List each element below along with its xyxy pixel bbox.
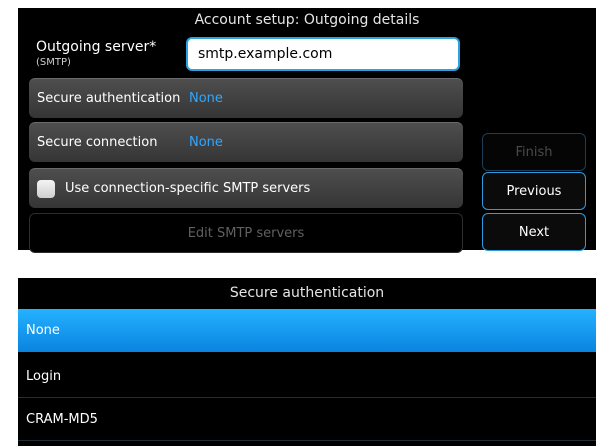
- secure-authentication-label: Secure authentication: [37, 91, 181, 106]
- finish-button[interactable]: Finish: [482, 133, 586, 171]
- secure-connection-value: None: [189, 135, 223, 150]
- page-title: Account setup: Outgoing details: [194, 12, 420, 28]
- secure-authentication-value: None: [189, 91, 223, 106]
- outgoing-server-label-text: Outgoing server*: [36, 39, 157, 55]
- use-connection-smtp-label: Use connection-specific SMTP servers: [65, 181, 311, 196]
- auth-option-login[interactable]: Login: [18, 355, 596, 398]
- auth-option-cram-md5[interactable]: CRAM-MD5: [18, 398, 596, 441]
- previous-button[interactable]: Previous: [482, 172, 586, 210]
- account-setup-panel: Account setup: Outgoing details Outgoing…: [18, 8, 596, 253]
- secure-authentication-picker: Secure authentication None Login CRAM-MD…: [18, 278, 596, 446]
- secure-authentication-row[interactable]: Secure authentication None: [29, 78, 463, 118]
- use-connection-smtp-row[interactable]: Use connection-specific SMTP servers: [29, 168, 463, 208]
- picker-title: Secure authentication: [229, 285, 385, 301]
- outgoing-server-input[interactable]: [186, 37, 460, 71]
- edit-smtp-servers-button[interactable]: Edit SMTP servers: [29, 213, 463, 253]
- secure-connection-label: Secure connection: [37, 135, 158, 150]
- secure-connection-row[interactable]: Secure connection None: [29, 122, 463, 162]
- outgoing-server-sublabel: (SMTP): [36, 57, 71, 68]
- outgoing-server-label: Outgoing server* (SMTP): [36, 38, 156, 70]
- auth-option-none[interactable]: None: [18, 309, 596, 352]
- use-connection-smtp-checkbox[interactable]: [37, 179, 55, 198]
- next-button[interactable]: Next: [482, 213, 586, 251]
